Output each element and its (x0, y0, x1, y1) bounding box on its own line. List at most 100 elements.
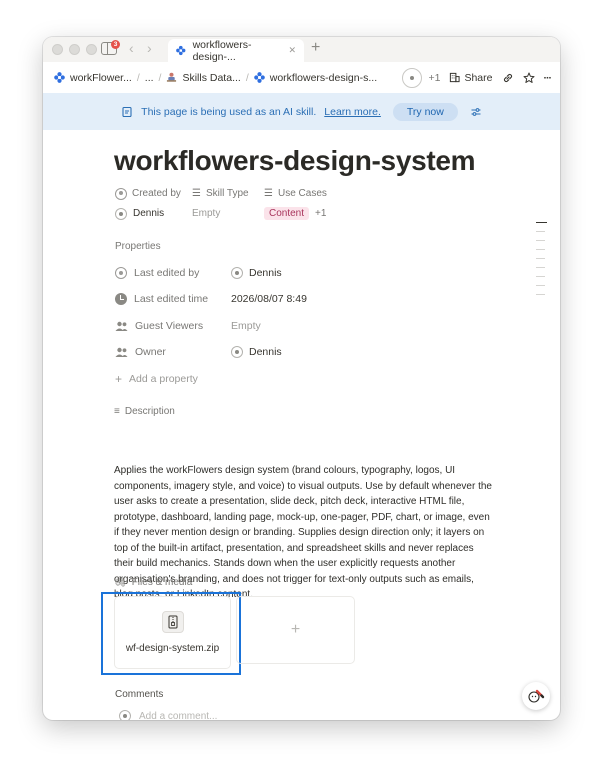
breadcrumb-label: workflowers-design-s... (269, 71, 378, 84)
sliders-icon[interactable] (470, 106, 482, 118)
share-button[interactable]: Share (449, 71, 493, 84)
clock-icon (115, 293, 127, 305)
use-cases-label: Use Cases (277, 188, 327, 199)
breadcrumb-item-workspace[interactable]: workFlower... (54, 72, 132, 84)
selection-highlight (101, 592, 241, 675)
list-icon: ☰ (264, 188, 273, 199)
breadcrumb-label: workFlower... (70, 71, 132, 84)
skill-type-property[interactable]: ☰ Skill Type Empty (192, 187, 249, 221)
maximize-window-button[interactable] (86, 44, 97, 55)
presence-extra-count[interactable]: +1 (428, 72, 440, 84)
building-icon (450, 72, 461, 83)
breadcrumb-item-skills-database[interactable]: Skills Data... (166, 71, 241, 84)
breadcrumb-item-current-page[interactable]: workflowers-design-s... (253, 71, 378, 84)
skill-type-label: Skill Type (205, 188, 249, 199)
breadcrumb-label: Skills Data... (182, 71, 241, 84)
blue-flower-icon (176, 45, 186, 56)
use-cases-extra: +1 (315, 208, 327, 219)
star-icon[interactable] (523, 72, 535, 84)
outline-marker[interactable] (536, 294, 545, 296)
comment-input[interactable]: Add a comment... (119, 710, 217, 720)
people-icon (115, 347, 128, 357)
property-value: Dennis (249, 267, 282, 279)
close-window-button[interactable] (52, 44, 63, 55)
ai-skill-banner: This page is being used as an AI skill. … (43, 93, 560, 130)
use-cases-property[interactable]: ☰ Use Cases Content +1 (264, 187, 327, 221)
plus-icon: + (115, 372, 123, 386)
ai-assistant-button[interactable] (522, 682, 550, 710)
person-circle-icon (115, 267, 127, 279)
forward-arrow-icon[interactable]: › (147, 40, 152, 56)
property-value: Dennis (249, 346, 282, 358)
share-label: Share (464, 71, 493, 84)
property-row-owner[interactable]: Owner Dennis (114, 344, 414, 360)
banner-message: This page is being used as an AI skill. (141, 105, 317, 118)
property-name: Guest Viewers (135, 320, 204, 332)
new-tab-button[interactable]: + (311, 39, 320, 57)
outline-marker[interactable] (536, 267, 545, 269)
try-now-button[interactable]: Try now (392, 102, 458, 121)
learn-more-link[interactable]: Learn more. (324, 106, 381, 118)
people-icon (115, 321, 128, 331)
property-name: Last edited by (134, 267, 200, 279)
files-label: Files & media (131, 577, 193, 588)
avatar (115, 207, 127, 220)
property-value: 2026/08/07 8:49 (231, 293, 307, 305)
outline-marker[interactable] (536, 240, 545, 242)
breadcrumb-item-collapsed[interactable]: ... (145, 72, 154, 84)
page-actions: +1 Share ··· (402, 62, 552, 93)
avatar (231, 346, 243, 358)
description-label: Description (124, 406, 175, 417)
property-row-guest-viewers[interactable]: Guest Viewers Empty (114, 318, 414, 334)
minimize-window-button[interactable] (69, 44, 80, 55)
avatar (119, 710, 131, 720)
list-icon: ☰ (192, 188, 201, 199)
property-name: Owner (135, 346, 166, 358)
tab-title: workflowers-design-... (192, 38, 252, 63)
skill-type-value: Empty (192, 208, 221, 219)
avatar (406, 71, 419, 84)
outline-marker[interactable] (536, 276, 545, 278)
more-options-icon[interactable]: ··· (544, 72, 552, 84)
comments-heading: Comments (115, 689, 164, 700)
property-name: Last edited time (134, 293, 209, 305)
notification-badge: 3 (111, 40, 120, 49)
person-at-desk-icon (167, 72, 177, 82)
property-row-last-edited-by[interactable]: Last edited by Dennis (114, 265, 414, 281)
outline-marker[interactable] (536, 258, 545, 260)
created-by-property[interactable]: Created by Dennis (115, 187, 181, 221)
blue-flower-icon (54, 72, 65, 83)
property-value: Empty (231, 320, 261, 332)
close-tab-icon[interactable]: ✕ (288, 45, 296, 56)
text-lines-icon: ≡ (114, 406, 120, 417)
breadcrumb-separator: / (158, 71, 162, 84)
created-by-label: Created by (132, 188, 181, 199)
properties-heading: Properties (115, 241, 161, 252)
add-file-button[interactable]: + (236, 596, 355, 664)
breadcrumb: workFlower... / ... / Skills Data... / w… (43, 62, 560, 93)
avatar (231, 267, 243, 279)
description-heading: ≡ Description (114, 406, 175, 417)
blue-flower-icon (253, 72, 265, 83)
link-icon[interactable] (502, 72, 514, 84)
outline-marker-active[interactable] (536, 222, 547, 224)
created-by-value: Dennis (133, 208, 165, 219)
outline-marker[interactable] (536, 249, 545, 251)
add-property-label: Add a property (129, 373, 198, 385)
back-arrow-icon[interactable]: ‹ (129, 40, 134, 56)
add-property-button[interactable]: + Add a property (114, 371, 414, 387)
files-heading: 🖇 Files & media (114, 577, 192, 588)
browser-window: 3 ‹ › workflowers-design-... ✕ + workFlo… (43, 37, 560, 720)
title-bar: 3 ‹ › workflowers-design-... ✕ + (43, 37, 560, 63)
presence-avatar[interactable] (402, 67, 423, 88)
breadcrumb-separator: / (136, 71, 140, 84)
outline-marker[interactable] (536, 285, 545, 287)
person-circle-icon (115, 187, 127, 200)
page-title[interactable]: workflowers-design-system (114, 145, 476, 177)
outline-marker[interactable] (536, 231, 545, 233)
ai-skill-icon (122, 106, 132, 117)
active-tab[interactable]: workflowers-design-... ✕ (168, 38, 304, 63)
pencil-face-icon (528, 689, 545, 703)
paperclip-icon: 🖇 (114, 577, 127, 588)
property-row-last-edited-time[interactable]: Last edited time 2026/08/07 8:49 (114, 291, 414, 307)
